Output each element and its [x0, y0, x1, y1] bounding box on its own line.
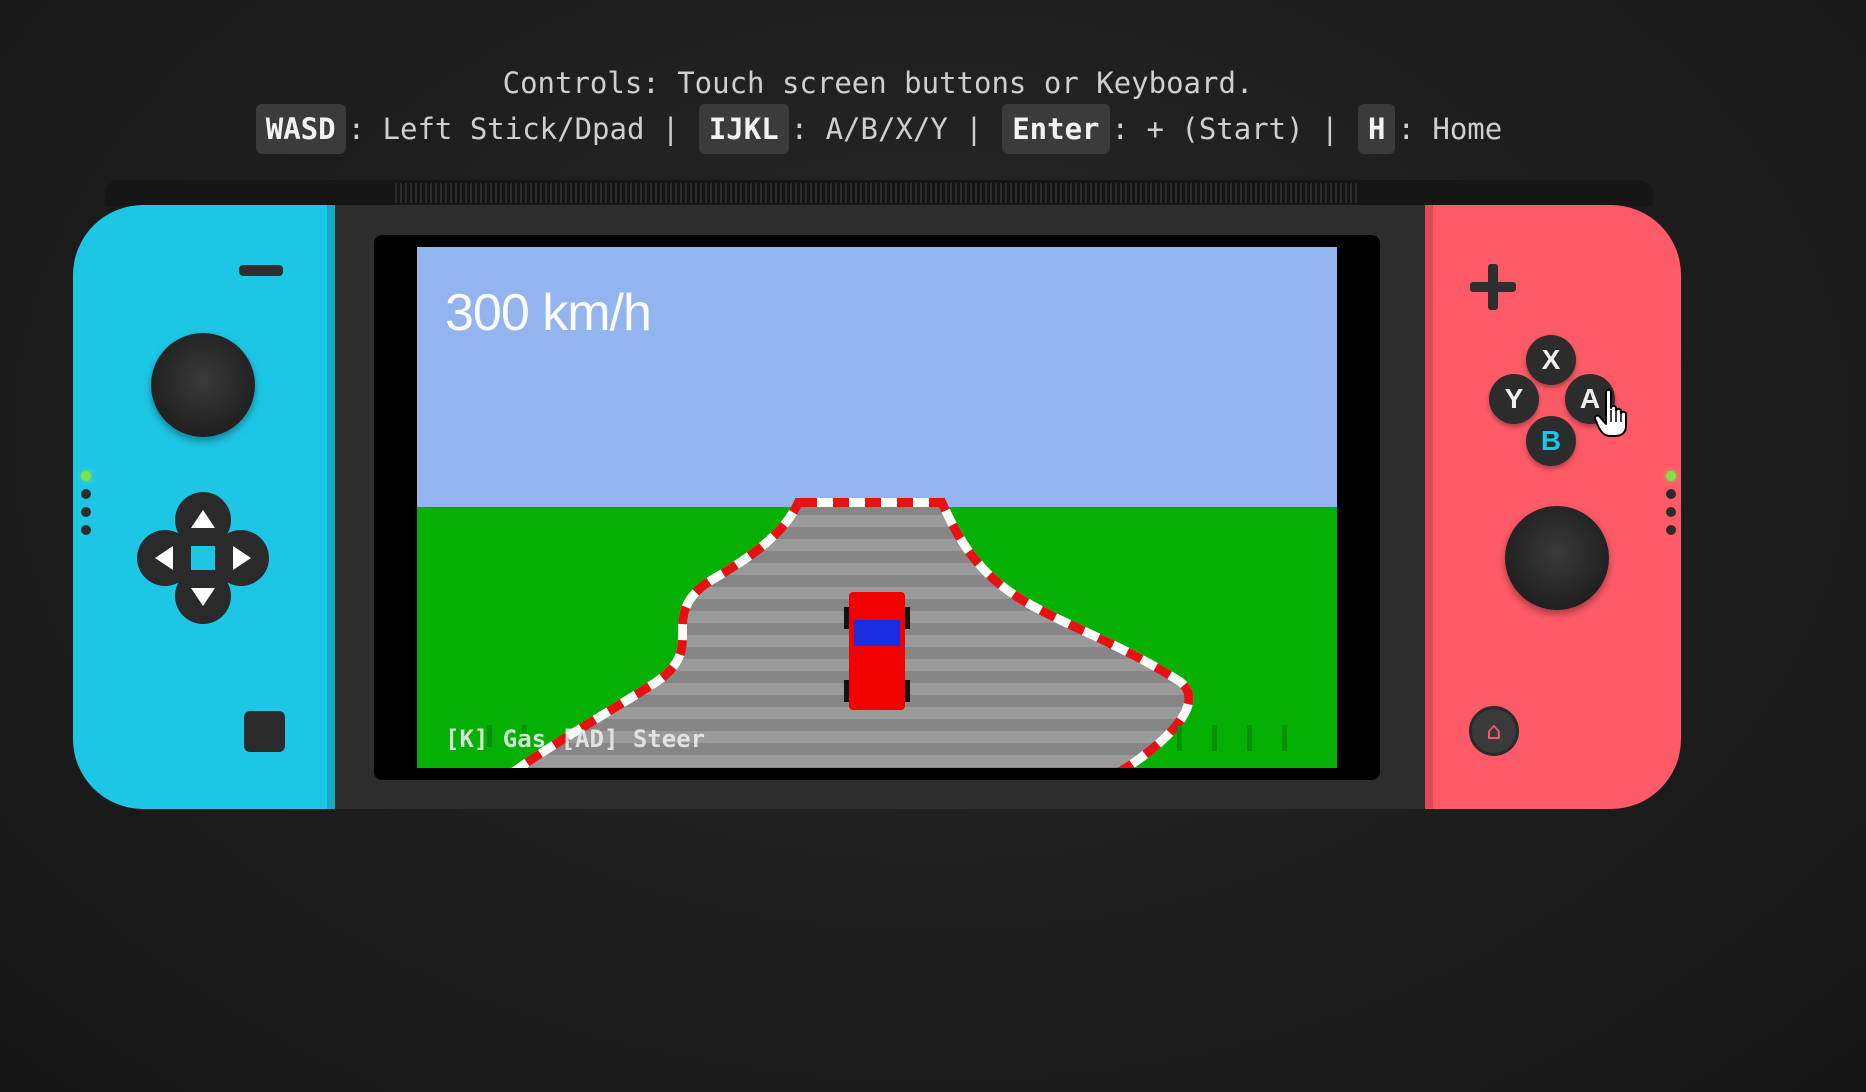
left-rail-indicators — [81, 471, 91, 543]
hand-cursor-icon — [1594, 388, 1627, 437]
rail-dot — [81, 489, 91, 499]
dpad[interactable] — [137, 492, 269, 624]
key-enter: Enter — [1002, 104, 1110, 154]
separator: | — [965, 112, 983, 146]
dpad-center — [191, 546, 215, 570]
key-wasd: WASD — [255, 104, 346, 154]
right-rail-indicators — [1666, 471, 1676, 543]
key-h: H — [1358, 104, 1396, 154]
key-enter-desc: : + (Start) — [1111, 112, 1304, 146]
plus-button[interactable] — [1470, 264, 1516, 310]
controls-title: Controls: Touch screen buttons or Keyboa… — [502, 66, 1254, 100]
player-led — [81, 471, 91, 481]
hud-hint: [K] Gas [AD] Steer — [445, 725, 706, 753]
key-ijkl: IJKL — [698, 104, 789, 154]
player-car — [844, 592, 910, 710]
console-vent — [395, 183, 1360, 203]
key-wasd-desc: : Left Stick/Dpad — [347, 112, 645, 146]
speed-readout: 300 km/h — [445, 284, 652, 342]
key-ijkl-desc: : A/B/X/Y — [790, 112, 948, 146]
rail-dot — [1666, 507, 1676, 517]
rail-dot — [81, 525, 91, 535]
rail-dot — [1666, 489, 1676, 499]
separator: | — [661, 112, 680, 146]
y-button[interactable]: Y — [1489, 374, 1539, 424]
key-bindings: WASD: Left Stick/Dpad | IJKL: A/B/X/Y | … — [0, 104, 1756, 154]
controls-instructions: Controls: Touch screen buttons or Keyboa… — [0, 62, 1756, 154]
separator: | — [1321, 112, 1339, 146]
home-icon: ⌂ — [1486, 717, 1502, 745]
right-stick[interactable] — [1505, 506, 1609, 610]
capture-button[interactable] — [244, 711, 285, 752]
x-button[interactable]: X — [1526, 335, 1576, 385]
key-h-desc: : Home — [1397, 112, 1503, 146]
game-screen[interactable]: 300 km/h [K] Gas [AD] Steer — [417, 247, 1337, 768]
minus-button[interactable] — [239, 265, 283, 276]
player-led — [1666, 471, 1676, 481]
rail-dot — [81, 507, 91, 517]
b-button[interactable]: B — [1526, 416, 1576, 466]
home-button[interactable]: ⌂ — [1469, 706, 1519, 756]
rail-dot — [1666, 525, 1676, 535]
left-stick[interactable] — [151, 333, 255, 437]
